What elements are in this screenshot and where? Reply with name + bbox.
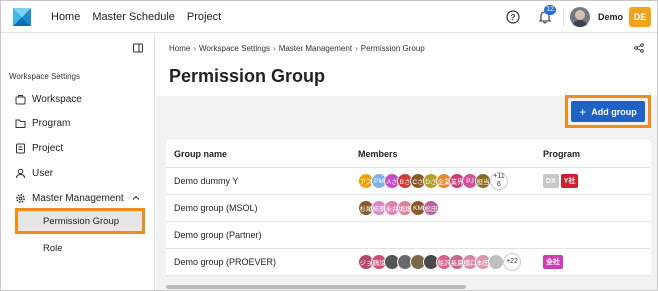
svg-text:?: ? — [511, 13, 516, 22]
program-icon — [15, 119, 26, 128]
table-row[interactable]: Demo group (MSOL) 杉尾 柿原 永井 堀畑 KM 松田 — [166, 195, 651, 222]
help-button[interactable]: ? — [501, 5, 525, 29]
top-navigation-bar: Home Master Schedule Project ? 12 Demo D… — [1, 1, 657, 33]
sidebar-item-label: Program — [32, 117, 71, 129]
nav-master-schedule[interactable]: Master Schedule — [92, 11, 175, 23]
permission-group-table: Group name Members Program Demo dummy Yア… — [166, 140, 651, 276]
program-cell: 全社 — [543, 255, 651, 269]
divider — [562, 8, 564, 26]
top-right-controls: ? 12 Demo DE — [501, 5, 651, 29]
group-name-cell[interactable]: Demo group (PROEVER) — [166, 257, 358, 267]
breadcrumb-workspace-settings[interactable]: Workspace Settings — [199, 44, 270, 53]
table-header: Group name Members Program — [166, 140, 651, 168]
notification-button[interactable]: 12 — [533, 5, 557, 29]
app-window: Home Master Schedule Project ? 12 Demo D… — [0, 0, 658, 291]
project-icon — [16, 143, 25, 153]
add-group-label: Add group — [591, 106, 637, 117]
sidebar: Workspace Settings Workspace Program Pro… — [1, 34, 155, 290]
program-cell: DX Y社 — [543, 174, 651, 188]
sidebar-item-user[interactable]: User — [15, 164, 53, 182]
sidebar-item-label: Project — [32, 142, 64, 154]
user-name[interactable]: Demo — [598, 12, 623, 22]
sidebar-item-master-management[interactable]: Master Management — [15, 189, 124, 207]
sidebar-subitem-label: Role — [43, 242, 63, 254]
horizontal-scrollbar[interactable] — [166, 285, 466, 289]
notification-count-badge: 12 — [544, 5, 556, 15]
breadcrumb: Home › Workspace Settings › Master Manag… — [169, 44, 425, 53]
column-header-group-name[interactable]: Group name — [166, 149, 358, 159]
sidebar-heading: Workspace Settings — [9, 72, 80, 81]
sidebar-subitem-role[interactable]: Role — [15, 235, 145, 261]
plus-icon: + — [579, 104, 587, 119]
breadcrumb-separator: › — [193, 44, 197, 53]
sidebar-item-label: User — [32, 167, 54, 179]
sidebar-item-label: Workspace — [32, 93, 82, 105]
workspace-icon — [15, 94, 26, 104]
user-avatar[interactable] — [569, 7, 590, 27]
sidebar-item-project[interactable]: Project — [15, 139, 63, 157]
user-icon — [16, 168, 25, 178]
sidebar-item-program[interactable]: Program — [15, 114, 70, 132]
members-cell: アス PM Aさ Bさ Cさ Dさ 企業 業界 PJ 担当 +11 6 — [358, 172, 543, 190]
chevron-up-icon[interactable] — [132, 194, 140, 202]
member-avatar[interactable] — [488, 254, 504, 270]
member-avatar[interactable]: 担当 — [475, 173, 491, 189]
group-name-cell[interactable]: Demo dummy Y — [166, 176, 358, 186]
sidebar-item-workspace[interactable]: Workspace — [15, 90, 82, 108]
sidebar-subitem-label: Permission Group — [43, 215, 120, 227]
program-badge[interactable]: 全社 — [543, 255, 563, 269]
table-row[interactable]: Demo group (PROEVER) ジョ 鶴諒 船沢 長夏 橋口 本田 +22 全社 — [166, 249, 651, 276]
main-content: Home › Workspace Settings › Master Manag… — [156, 34, 657, 290]
member-avatar[interactable]: 松田 — [423, 200, 439, 216]
more-members-badge[interactable]: +11 6 — [490, 172, 508, 190]
share-icon[interactable] — [634, 43, 644, 53]
group-name-cell[interactable]: Demo group (MSOL) — [166, 203, 358, 213]
members-cell: ジョ 鶴諒 船沢 長夏 橋口 本田 +22 — [358, 253, 543, 271]
page-title: Permission Group — [169, 66, 326, 86]
breadcrumb-home[interactable]: Home — [169, 44, 190, 53]
sidebar-collapse-icon[interactable] — [132, 42, 144, 54]
breadcrumb-separator: › — [355, 44, 358, 53]
sidebar-subitem-permission-group[interactable]: Permission Group — [15, 208, 145, 234]
table-row[interactable]: Demo dummy Y アス PM Aさ Bさ Cさ Dさ 企業 業界 PJ 担当 +11 6 DX Y… — [166, 168, 651, 195]
members-cell: 杉尾 柿原 永井 堀畑 KM 松田 — [358, 200, 543, 216]
breadcrumb-current: Permission Group — [360, 44, 425, 53]
breadcrumb-master-management[interactable]: Master Management — [279, 44, 352, 53]
table-body: Demo dummy Y アス PM Aさ Bさ Cさ Dさ 企業 業界 PJ 担当 +11 6 DX Y… — [166, 168, 651, 276]
program-badge[interactable]: Y社 — [560, 174, 579, 188]
help-icon: ? — [506, 10, 520, 24]
app-logo-icon[interactable] — [11, 6, 33, 28]
nav-project[interactable]: Project — [187, 11, 221, 23]
gear-icon — [16, 193, 25, 203]
column-header-members[interactable]: Members — [358, 149, 543, 159]
group-name-cell[interactable]: Demo group (Partner) — [166, 230, 358, 240]
column-header-program[interactable]: Program — [543, 149, 651, 159]
table-row[interactable]: Demo group (Partner) — [166, 222, 651, 249]
sidebar-item-label: Master Management — [32, 192, 124, 204]
nav-home[interactable]: Home — [51, 11, 80, 23]
breadcrumb-separator: › — [273, 44, 276, 53]
program-badge[interactable]: DX — [543, 174, 559, 188]
more-members-badge[interactable]: +22 — [503, 253, 521, 271]
workspace-initials-badge[interactable]: DE — [629, 7, 651, 27]
add-group-button[interactable]: + Add group — [571, 101, 645, 122]
add-group-highlight: + Add group — [565, 95, 651, 128]
